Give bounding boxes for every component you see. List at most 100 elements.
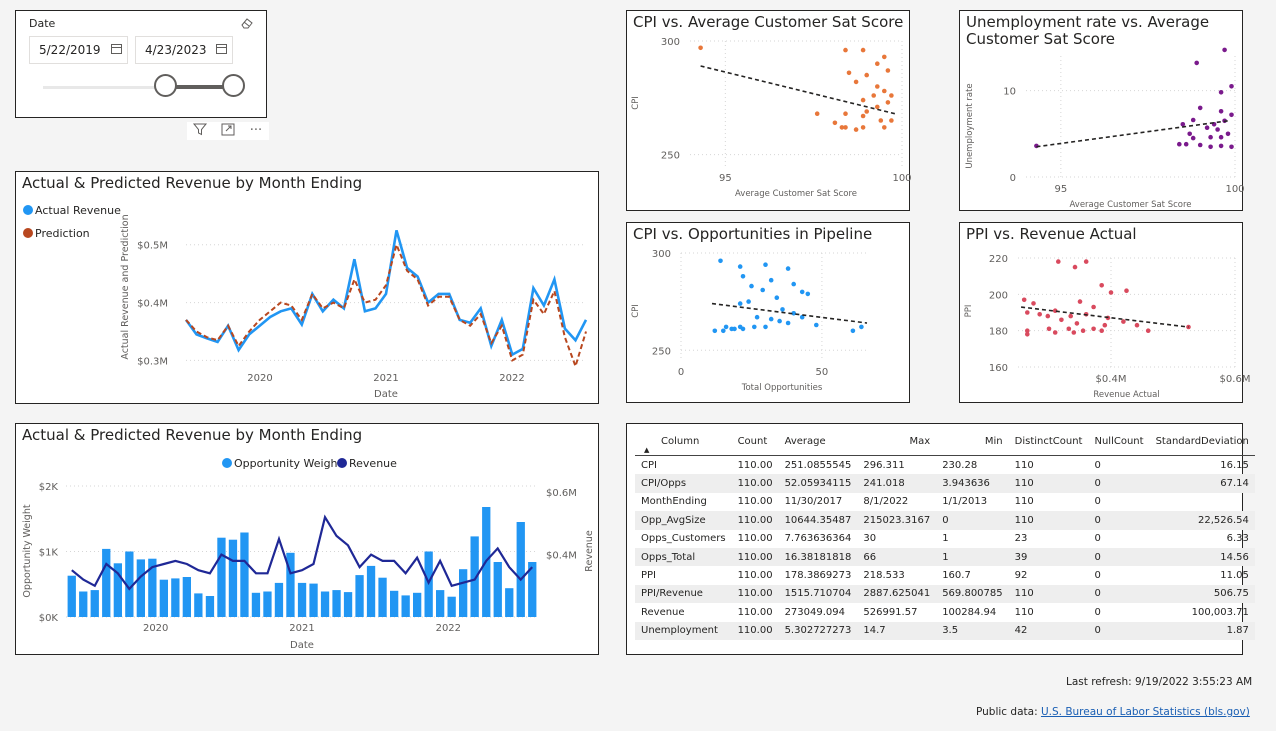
column-header[interactable]: Min: [936, 427, 1009, 456]
range-slider[interactable]: [43, 73, 245, 103]
slider-start-handle[interactable]: [153, 74, 177, 97]
opportunity-weight-bar: [205, 596, 215, 617]
scatter-point: [850, 328, 856, 334]
ppi-revenue-scatter: 220 200 180 160 $0.4M $0.6M Revenue Actual PPI: [964, 254, 1250, 400]
table-cell: 0: [1094, 459, 1101, 471]
y-axis-label: Unemployment rate: [965, 83, 975, 168]
y-tick-label: 160: [989, 363, 1008, 374]
table-cell: 506.75: [1149, 584, 1255, 604]
more-options-icon[interactable]: ···: [246, 123, 266, 139]
x-axis-label: Date: [374, 389, 398, 400]
table-cell: 14.56: [1149, 547, 1255, 567]
trend-line: [1036, 120, 1229, 148]
calendar-icon[interactable]: [111, 44, 122, 54]
table-row: CPI 110.00 251.0855545 296.311 230.28 110 0 16.…: [635, 456, 1255, 475]
eraser-icon[interactable]: [240, 17, 254, 29]
scatter-point: [1229, 84, 1234, 89]
opportunity-weight-bar: [459, 569, 468, 617]
unemployment-sat-scatter: 10095 100Average Customer Sat ScoreUnempl…: [965, 47, 1245, 210]
x-tick-label: 2020: [247, 373, 272, 384]
scatter-point: [760, 287, 765, 293]
table-cell: Opp_AvgSize: [635, 511, 732, 530]
column-header[interactable]: Count: [731, 427, 779, 456]
scatter-point: [1183, 141, 1189, 147]
scatter-point: [1068, 313, 1073, 319]
table-cell: 16.15: [1220, 459, 1249, 471]
scatter-point: [1222, 47, 1227, 53]
slider-end-handle[interactable]: [222, 74, 245, 97]
x-tick-label: 95: [719, 173, 732, 184]
opportunity-weight-bar: [217, 537, 226, 617]
revenue-line-chart-panel: Actual & Predicted Revenue by Month Endi…: [15, 171, 599, 404]
column-header[interactable]: Max: [857, 427, 937, 456]
scatter-point: [1194, 60, 1199, 66]
y-left-tick-label: $1K: [39, 548, 59, 559]
scatter-point: [1052, 330, 1058, 335]
table-cell: 230.28: [942, 459, 978, 471]
scatter-point: [814, 322, 819, 328]
scatter-point: [885, 68, 891, 73]
column-header[interactable]: Column ▲: [635, 427, 732, 456]
column-header[interactable]: Average: [778, 427, 858, 456]
scatter-point: [1197, 105, 1203, 111]
column-header[interactable]: NullCount: [1088, 427, 1150, 456]
table-cell: 8/1/2022: [863, 496, 909, 508]
column-header[interactable]: DistinctCount: [1008, 427, 1089, 456]
column-header[interactable]: StandardDeviation: [1149, 427, 1255, 456]
y-tick-label: 300: [652, 249, 671, 260]
table-row: Opp_AvgSize 110.00 10644.35487 215023.3167 0…: [635, 511, 1255, 530]
scatter-point: [1190, 135, 1196, 141]
scatter-point: [1208, 144, 1213, 150]
scatter-point: [814, 111, 820, 116]
table-cell: 110.00: [731, 621, 779, 640]
x-tick-label: 100: [892, 173, 911, 184]
x-axis-label: Date: [290, 640, 314, 651]
opportunity-weight-bar: [343, 592, 353, 617]
scatter-point: [1080, 328, 1086, 333]
scatter-point: [839, 125, 845, 130]
scatter-point: [768, 277, 774, 283]
scatter-point: [871, 93, 876, 98]
x-axis-label: Total Opportunities: [741, 383, 823, 393]
table-cell: 0: [1094, 533, 1101, 545]
bls-link[interactable]: U.S. Bureau of Labor Statistics (bls.gov…: [1041, 706, 1250, 718]
table-cell: Opps_Customers: [641, 533, 726, 545]
table-cell: 218.533: [863, 570, 905, 582]
table-cell: 39: [1008, 547, 1089, 567]
y-tick-label: 250: [661, 151, 680, 162]
scatter-point: [882, 54, 887, 60]
table-cell: 0: [936, 511, 1009, 530]
end-date-input[interactable]: 4/23/2023: [135, 36, 233, 64]
ppi-rev-panel: PPI vs. Revenue Actual 220 200 180 160 $0.4M…: [959, 222, 1250, 403]
opportunity-weight-bar: [378, 577, 387, 617]
scatter-point: [799, 289, 805, 295]
scatter-point: [1059, 317, 1064, 323]
scatter-point: [1056, 259, 1061, 264]
scatter-point: [1145, 328, 1151, 333]
scatter-point: [1177, 141, 1182, 147]
table-cell: 0: [1088, 547, 1150, 567]
scatter-point: [889, 93, 894, 98]
y-right-axis-label: Revenue: [584, 530, 595, 572]
scatter-point: [1134, 322, 1140, 328]
table-cell: 0: [1094, 606, 1101, 618]
calendar-icon[interactable]: [216, 44, 227, 54]
legend-label: Prediction: [35, 227, 90, 240]
opportunity-weight-bar: [493, 562, 502, 617]
focus-mode-icon[interactable]: [218, 123, 238, 139]
opportunity-weight-bar: [228, 539, 238, 617]
filter-icon[interactable]: [190, 123, 210, 139]
scatter-point: [698, 45, 703, 51]
table-row: Opps_Customers 110.00 7.763636364 30 1 23 0 6.3…: [635, 530, 1255, 548]
table-cell: 6.33: [1226, 533, 1249, 545]
scatter-point: [768, 316, 774, 322]
opportunity-combo-chart: Opportunity Weight Revenue $2K $1K $0K $0.6M $…: [22, 457, 595, 651]
table-cell: 110.00: [737, 533, 773, 545]
start-date-input[interactable]: 5/22/2019: [29, 36, 128, 64]
sort-ascending-icon[interactable]: ▲: [644, 446, 649, 454]
table-row: Unemployment 110.00 5.302727273 14.7 3.5 42 0 1…: [635, 621, 1255, 640]
opportunity-weight-bar: [505, 588, 514, 617]
table-cell: 0: [1088, 584, 1150, 604]
scatter-point: [860, 97, 866, 103]
x-tick-label: 2022: [436, 623, 461, 634]
